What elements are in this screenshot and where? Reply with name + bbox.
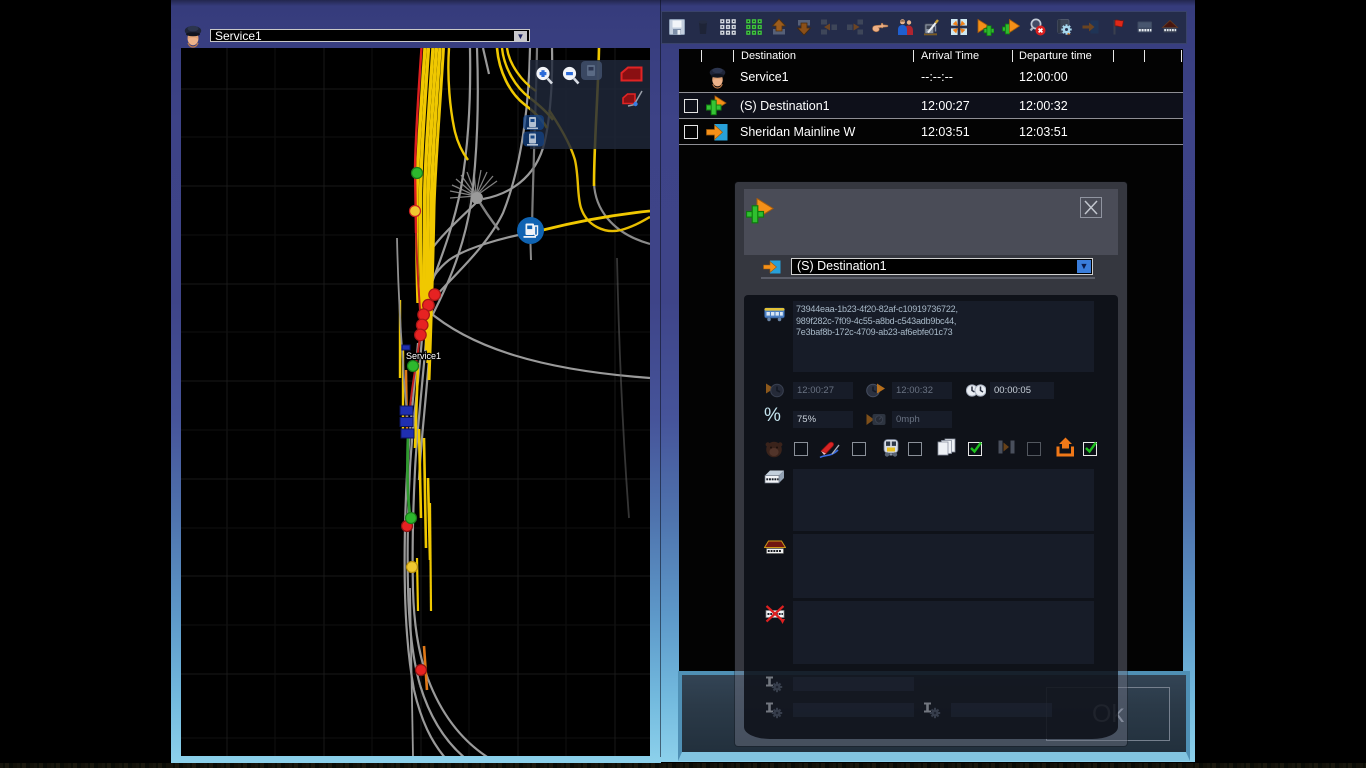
svg-text:Service1: Service1 <box>406 351 441 361</box>
